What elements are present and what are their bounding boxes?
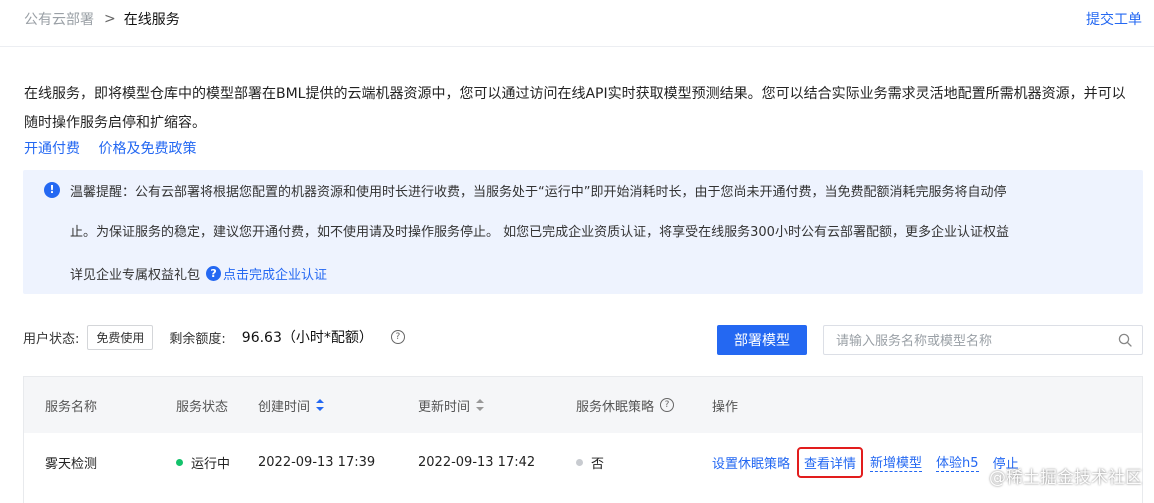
watermark: @稀土掘金技术社区 [989,468,1142,488]
service-status: 运行中 [176,434,230,490]
sort-icon[interactable] [476,399,485,411]
deploy-model-button[interactable]: 部署模型 [717,325,807,355]
col-ops-header: 操作 [712,399,739,415]
alert-line-3: 详见企业专属权益礼包 ? 点击完成企业认证 [70,264,327,283]
view-details-link[interactable]: 查看详情 [797,446,864,478]
col-updated-header[interactable]: 更新时间 [418,377,485,433]
pricing-policy-link[interactable]: 价格及免费政策 [98,141,196,157]
alert-line-1: 温馨提醒：公有云部署将根据您配置的机器资源和使用时长进行收费，当服务处于“运行中… [70,185,1007,200]
status-dot-icon [176,458,183,466]
col-sleep-label: 服务休眠策略 [576,399,655,415]
user-status-label: 用户状态: [23,331,80,347]
updated-time: 2022-09-13 17:42 [418,454,536,470]
table-row: 雾天检测 运行中 2022-09-13 17:39 2022-09-13 17:… [24,434,1142,490]
table-header: 服务名称 服务状态 创建时间 更新时间 服务休眠策略 ? 操作 [24,377,1142,433]
col-sleep-header: 服务休眠策略 ? [576,377,675,433]
search-icon[interactable] [1118,333,1132,347]
breadcrumb-parent[interactable]: 公有云部署 [24,9,94,29]
help-icon[interactable]: ? [390,330,405,344]
col-created-label: 创建时间 [258,399,311,415]
status-dot-icon [576,458,583,466]
col-name-header: 服务名称 [45,399,98,415]
status-badge: 免费使用 [87,324,154,350]
search-input[interactable] [834,330,1108,352]
quota-label: 剩余额度: [169,331,226,347]
submit-ticket-link[interactable]: 提交工单 [1086,9,1142,29]
col-updated-label: 更新时间 [418,399,471,415]
col-created-header[interactable]: 创建时间 [258,377,325,433]
chevron-right-icon: > [104,11,116,27]
intro-links: 开通付费 价格及免费政策 [24,138,210,158]
quota-value: 96.63（小时*配额） [241,330,373,346]
try-h5-link[interactable]: 体验h5 [936,452,979,472]
enterprise-certify-link[interactable]: 点击完成企业认证 [223,264,327,283]
row-operations: 设置休眠策略 查看详情 新增模型 体验h5 停止 [712,434,1033,490]
alert-line-2: 止。为保证服务的稳定，建议您开通付费，如不使用请及时操作服务停止。 如您已完成企… [70,225,1009,240]
sleep-policy: 否 [576,434,604,490]
service-status-text: 运行中 [191,456,231,472]
service-name: 雾天检测 [45,456,98,472]
set-sleep-policy-link[interactable]: 设置休眠策略 [712,453,790,472]
info-icon: ! [44,182,60,198]
col-status-header: 服务状态 [176,399,229,415]
sleep-policy-text: 否 [591,456,605,472]
question-icon: ? [206,266,222,281]
breadcrumb-current: 在线服务 [123,12,180,28]
search-box [823,325,1143,355]
intro-text: 在线服务，即将模型仓库中的模型部署在BML提供的云端机器资源中，您可以通过访问在… [24,86,1126,131]
top-bar: 公有云部署 > 在线服务 提交工单 [0,0,1154,47]
alert-line-3-text: 详见企业专属权益礼包 [70,268,201,283]
add-model-link[interactable]: 新增模型 [870,452,923,472]
created-time: 2022-09-13 17:39 [258,454,376,470]
breadcrumb: 公有云部署 > 在线服务 [24,9,180,29]
help-icon[interactable]: ? [660,398,675,412]
notice-alert: ! 温馨提醒：公有云部署将根据您配置的机器资源和使用时长进行收费，当服务处于“运… [23,170,1143,294]
enable-payment-link[interactable]: 开通付费 [24,141,80,157]
user-status-row: 用户状态: 免费使用 剩余额度: 96.63（小时*配额） ? [23,322,405,352]
sort-icon[interactable] [316,399,325,411]
services-table: 服务名称 服务状态 创建时间 更新时间 服务休眠策略 ? 操作 雾天检测 运行中… [23,376,1143,503]
